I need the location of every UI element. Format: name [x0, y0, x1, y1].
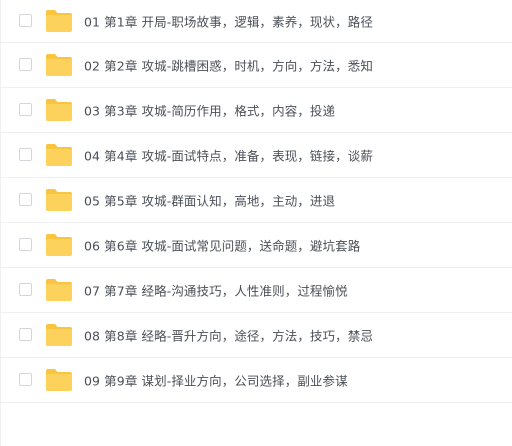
file-row[interactable]: 08 第8章 经略-晋升方向，途径，方法，技巧，禁忌: [1, 313, 512, 358]
folder-icon: [46, 99, 72, 121]
row-checkbox[interactable]: [19, 58, 32, 71]
file-name[interactable]: 03 第3章 攻城-简历作用，格式，内容，投递: [84, 101, 335, 120]
file-name[interactable]: 01 第1章 开局-职场故事，逻辑，素养，现状，路径: [84, 12, 373, 31]
file-row[interactable]: 07 第7章 经略-沟通技巧，人性准则，过程愉悦: [1, 268, 512, 313]
row-checkbox[interactable]: [19, 193, 32, 206]
file-name[interactable]: 02 第2章 攻城-跳槽困惑，时机，方向，方法，悉知: [84, 56, 373, 75]
file-name[interactable]: 07 第7章 经略-沟通技巧，人性准则，过程愉悦: [84, 281, 348, 300]
file-row[interactable]: 01 第1章 开局-职场故事，逻辑，素养，现状，路径: [1, 0, 512, 43]
file-row[interactable]: 02 第2章 攻城-跳槽困惑，时机，方向，方法，悉知: [1, 43, 512, 88]
file-name[interactable]: 05 第5章 攻城-群面认知，高地，主动，进退: [84, 191, 335, 210]
folder-icon: [46, 10, 72, 32]
row-checkbox[interactable]: [19, 14, 32, 27]
row-checkbox[interactable]: [19, 148, 32, 161]
row-checkbox[interactable]: [19, 373, 32, 386]
file-row[interactable]: 04 第4章 攻城-面试特点，准备，表现，链接，谈薪: [1, 133, 512, 178]
folder-icon: [46, 279, 72, 301]
file-row[interactable]: 05 第5章 攻城-群面认知，高地，主动，进退: [1, 178, 512, 223]
file-name[interactable]: 09 第9章 谋划-择业方向，公司选择，副业参谋: [84, 371, 348, 390]
folder-icon: [46, 324, 72, 346]
file-name[interactable]: 04 第4章 攻城-面试特点，准备，表现，链接，谈薪: [84, 146, 373, 165]
row-checkbox[interactable]: [19, 283, 32, 296]
file-list: 01 第1章 开局-职场故事，逻辑，素养，现状，路径 02 第2章 攻城-跳槽困…: [0, 0, 512, 446]
folder-icon: [46, 144, 72, 166]
folder-icon: [46, 234, 72, 256]
file-row[interactable]: 09 第9章 谋划-择业方向，公司选择，副业参谋: [1, 358, 512, 403]
row-checkbox[interactable]: [19, 103, 32, 116]
row-checkbox[interactable]: [19, 238, 32, 251]
folder-icon: [46, 54, 72, 76]
file-name[interactable]: 06 第6章 攻城-面试常见问题，送命题，避坑套路: [84, 236, 360, 255]
folder-icon: [46, 369, 72, 391]
folder-icon: [46, 189, 72, 211]
row-checkbox[interactable]: [19, 328, 32, 341]
file-row[interactable]: 06 第6章 攻城-面试常见问题，送命题，避坑套路: [1, 223, 512, 268]
file-name[interactable]: 08 第8章 经略-晋升方向，途径，方法，技巧，禁忌: [84, 326, 373, 345]
file-row[interactable]: 03 第3章 攻城-简历作用，格式，内容，投递: [1, 88, 512, 133]
